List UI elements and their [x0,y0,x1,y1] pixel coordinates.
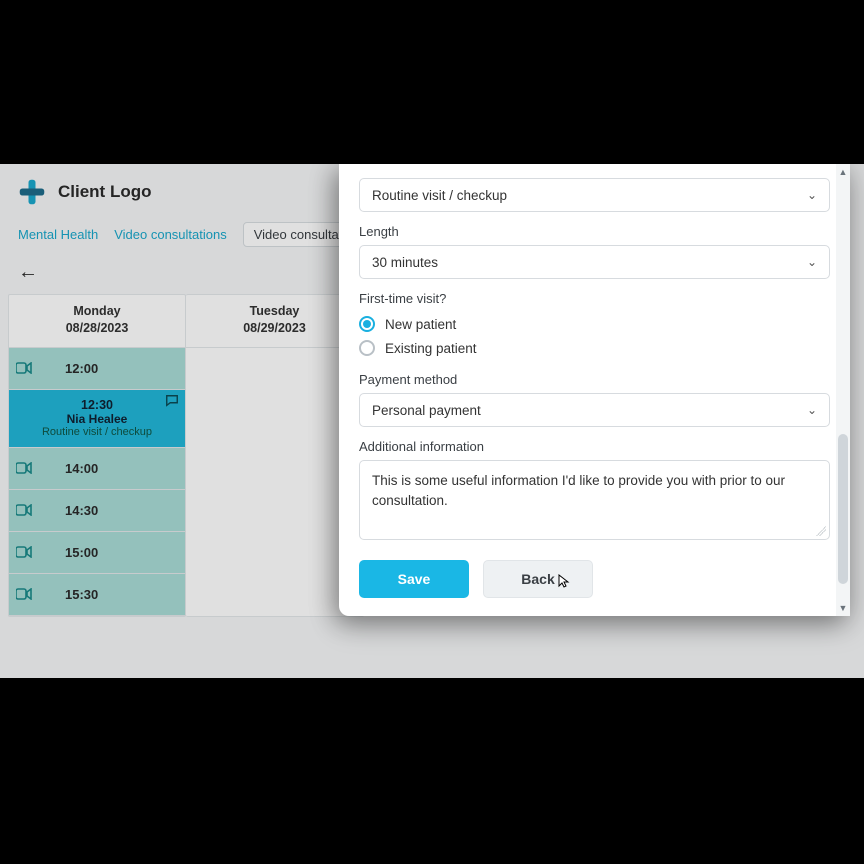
client-logo-icon [18,178,46,206]
select-value: Personal payment [372,403,481,418]
scroll-thumb[interactable] [838,434,848,584]
additional-info-textarea[interactable]: This is some useful information I'd like… [359,460,830,540]
length-label: Length [359,224,830,239]
chevron-down-icon: ⌄ [807,188,817,202]
chevron-down-icon: ⌄ [807,403,817,417]
video-icon [9,362,39,374]
day-of-week: Monday [13,303,181,320]
date-label: 08/29/2023 [190,320,359,337]
select-value: Routine visit / checkup [372,188,507,203]
timeslot[interactable]: 14:30 [9,490,185,532]
payment-method-label: Payment method [359,372,830,387]
visit-type-select[interactable]: Routine visit / checkup ⌄ [359,178,830,212]
video-icon [9,546,39,558]
client-name: Client Logo [58,182,151,202]
save-button[interactable]: Save [359,560,469,598]
slot-time: 14:00 [39,461,185,476]
back-arrow-icon[interactable]: ← [18,261,38,283]
radio-label: Existing patient [385,341,477,356]
visit-reason: Routine visit / checkup [15,426,179,438]
chevron-down-icon: ⌄ [807,255,817,269]
timeslot[interactable]: 12:00 [9,348,185,390]
button-label: Back [521,571,554,587]
slot-time: 12:30 [15,398,179,412]
radio-existing-patient[interactable]: Existing patient [359,336,830,360]
slot-time: 15:00 [39,545,185,560]
tab-mental-health[interactable]: Mental Health [18,227,98,242]
first-time-label: First-time visit? [359,291,830,306]
calendar-column-tuesday: Tuesday 08/29/2023 [186,294,364,617]
resize-grip-icon[interactable] [816,526,826,536]
video-icon [9,504,39,516]
select-value: 30 minutes [372,255,438,270]
chat-icon [165,394,179,411]
column-header: Tuesday 08/29/2023 [186,295,363,348]
additional-info-label: Additional information [359,439,830,454]
length-select[interactable]: 30 minutes ⌄ [359,245,830,279]
radio-new-patient[interactable]: New patient [359,312,830,336]
scroll-up-icon[interactable]: ▲ [836,164,850,180]
radio-icon [359,340,375,356]
timeslot[interactable]: 15:30 [9,574,185,616]
patient-name: Nia Healee [15,412,179,426]
payment-method-select[interactable]: Personal payment ⌄ [359,393,830,427]
scroll-down-icon[interactable]: ▼ [836,600,850,616]
tab-video-consultations[interactable]: Video consultations [114,227,227,242]
slot-time: 14:30 [39,503,185,518]
video-icon [9,588,39,600]
video-icon [9,462,39,474]
modal-scrollbar[interactable]: ▲ ▼ [836,164,850,616]
timeslot[interactable]: 14:00 [9,448,185,490]
calendar-column-monday: Monday 08/28/2023 12:00 12:30 Nia Healee… [8,294,186,617]
day-of-week: Tuesday [190,303,359,320]
radio-icon [359,316,375,332]
date-label: 08/28/2023 [13,320,181,337]
timeslot-selected[interactable]: 12:30 Nia Healee Routine visit / checkup [9,390,185,448]
back-button[interactable]: Back [483,560,593,598]
slot-time: 15:30 [39,587,185,602]
appointment-form-modal: Routine visit / checkup ⌄ Length 30 minu… [339,164,850,616]
cursor-icon [558,574,570,591]
timeslot[interactable]: 15:00 [9,532,185,574]
slot-time: 12:00 [39,361,185,376]
app-viewport: Client Logo Mental Health Video consulta… [0,164,864,678]
radio-label: New patient [385,317,456,332]
column-header: Monday 08/28/2023 [9,295,185,348]
